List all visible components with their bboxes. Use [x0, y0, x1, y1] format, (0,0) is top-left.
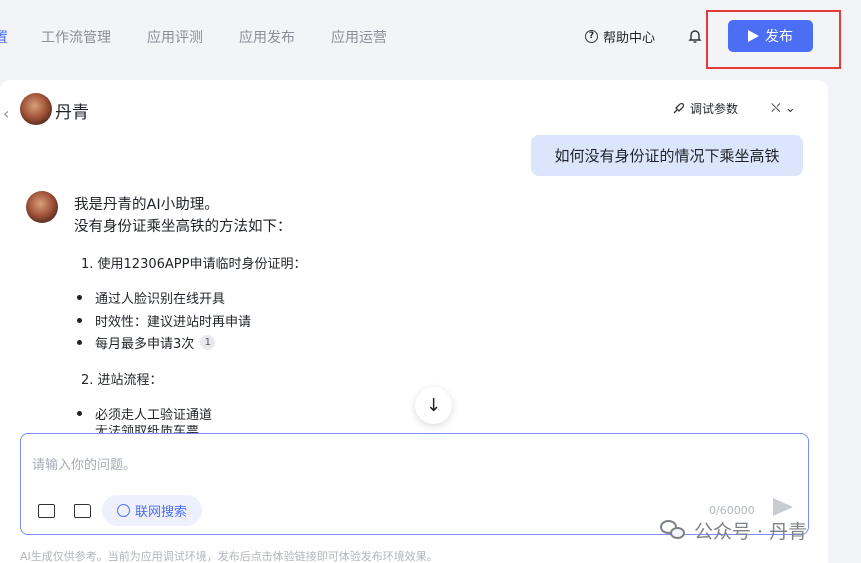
- list-item: 必须走人工验证通道: [95, 404, 212, 423]
- publish-label: 发布: [765, 29, 793, 45]
- bell-icon[interactable]: [688, 28, 702, 44]
- message-input-placeholder: 请输入你的问题。: [32, 458, 137, 473]
- bot-reply-avatar: [26, 191, 58, 223]
- web-search-button[interactable]: 联网搜索: [102, 495, 202, 526]
- reply-step-2: 2. 进站流程：: [81, 373, 163, 388]
- bot-avatar: [20, 93, 52, 125]
- image-upload-icon[interactable]: [38, 504, 55, 518]
- reply-step-1: 1. 使用12306APP申请临时身份证明：: [81, 257, 307, 272]
- back-chevron-icon[interactable]: ‹: [3, 104, 9, 123]
- user-message-text: 如何没有身份证的情况下乘坐高铁: [554, 147, 780, 165]
- top-nav: 置 工作流管理 应用评测 应用发布 应用运营 ? 帮助中心 发布: [0, 0, 861, 74]
- publish-button[interactable]: 发布: [728, 20, 813, 52]
- list-item: 无法领取纸质车票: [95, 425, 200, 433]
- tab-release[interactable]: 应用发布: [239, 27, 295, 47]
- user-message-bubble: 如何没有身份证的情况下乘坐高铁: [531, 135, 803, 176]
- send-icon: [748, 30, 759, 42]
- reply-heading: 没有身份证乘坐高铁的方法如下：: [74, 219, 292, 235]
- tab-workflow[interactable]: 工作流管理: [41, 27, 111, 47]
- bot-name: 丹青: [55, 103, 89, 123]
- help-center-link[interactable]: ? 帮助中心: [585, 27, 655, 46]
- citation-badge[interactable]: 1: [200, 335, 216, 350]
- tab-evaluation[interactable]: 应用评测: [147, 27, 203, 47]
- help-icon: ?: [585, 30, 598, 43]
- send-icon[interactable]: [773, 498, 793, 516]
- list-item: 时效性：建议进站时再申请: [95, 311, 251, 330]
- wechat-icon: [660, 519, 687, 542]
- rocket-icon: [673, 102, 685, 114]
- globe-icon: [116, 504, 130, 517]
- watermark: 公众号 · 丹青: [660, 517, 807, 544]
- tab-config[interactable]: 置: [0, 27, 8, 47]
- watermark-text: 公众号 · 丹青: [694, 521, 808, 543]
- char-counter: 0/60000: [709, 504, 755, 517]
- reply-intro: 我是丹青的AI小助理。: [74, 197, 219, 213]
- scroll-to-bottom-button[interactable]: ↓: [415, 387, 452, 424]
- web-search-label: 联网搜索: [134, 505, 187, 520]
- broom-icon[interactable]: ⛌ ⌄: [771, 101, 796, 116]
- bot-reply: 我是丹青的AI小助理。 没有身份证乘坐高铁的方法如下：: [74, 194, 474, 238]
- arrow-down-icon: ↓: [425, 395, 442, 416]
- footer-disclaimer: AI生成仅供参考。当前为应用调试环境，发布后点击体验链接即可体验发布环境效果。: [20, 550, 438, 563]
- help-label: 帮助中心: [603, 31, 656, 46]
- tab-operations[interactable]: 应用运营: [331, 27, 387, 47]
- list-item: 通过人脸识别在线开具: [95, 288, 225, 307]
- folder-icon[interactable]: [74, 504, 91, 518]
- list-item: 每月最多申请3次 1: [95, 333, 216, 352]
- list-item-text: 每月最多申请3次: [95, 337, 195, 352]
- debug-params-button[interactable]: 调试参数: [672, 100, 738, 117]
- debug-params-label: 调试参数: [690, 102, 739, 116]
